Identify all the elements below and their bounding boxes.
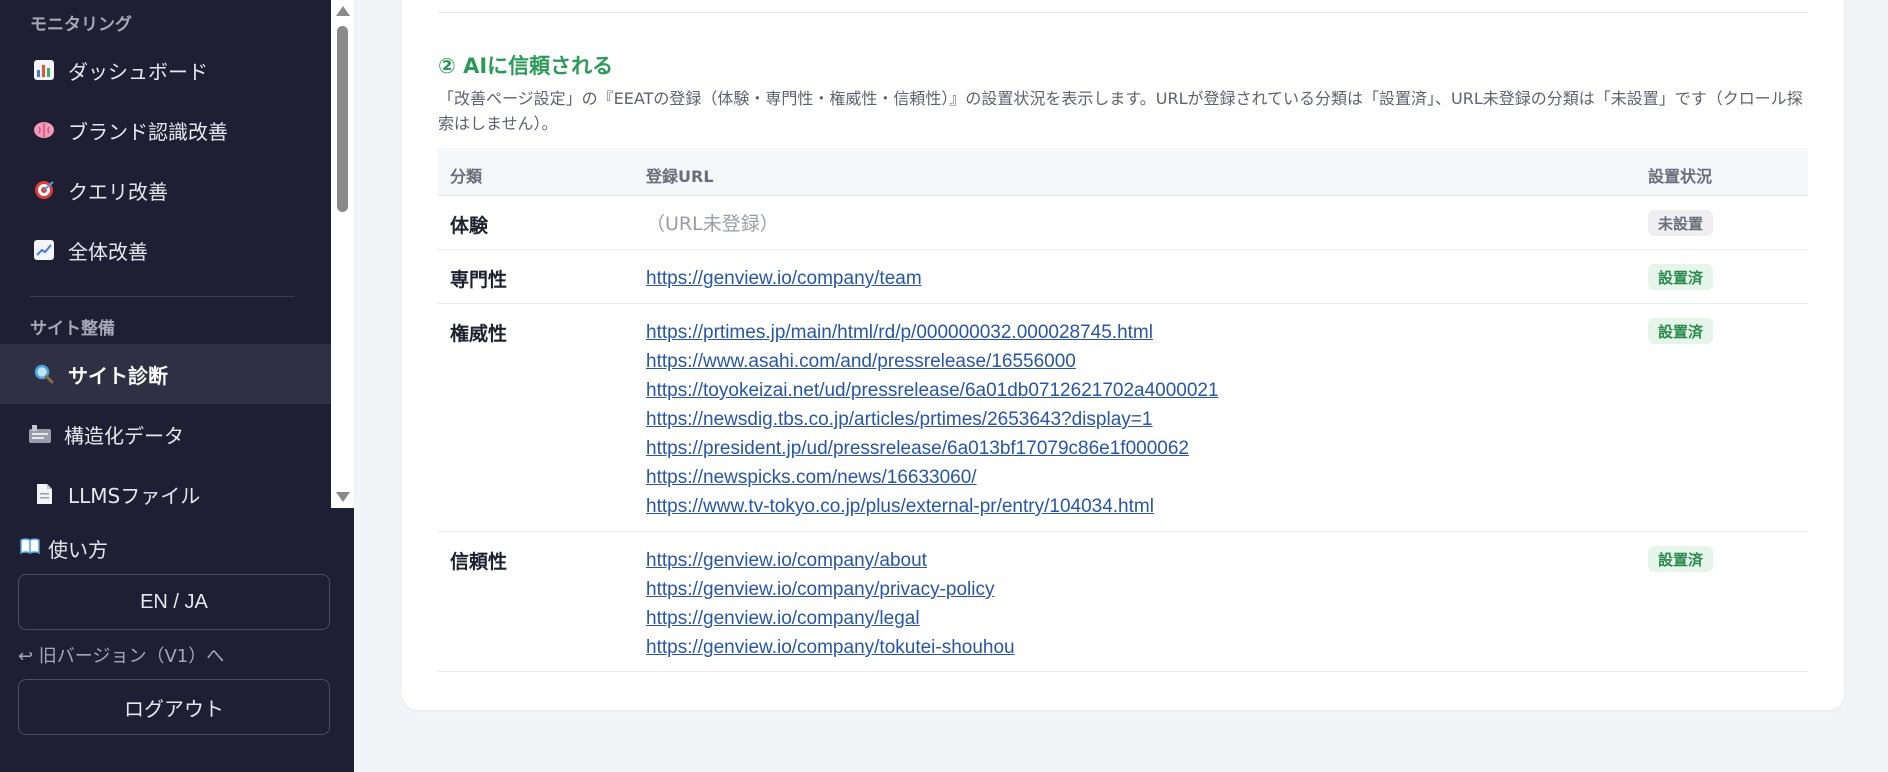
url-link[interactable]: https://newsdig.tbs.co.jp/articles/prtim… bbox=[646, 405, 1219, 434]
scrollbar-thumb[interactable] bbox=[337, 26, 348, 212]
section-label-monitoring: モニタリング bbox=[30, 15, 132, 35]
sidebar-item-overall[interactable]: 全体改善 bbox=[0, 220, 331, 280]
column-header-url: 登録URL bbox=[646, 167, 714, 186]
legacy-version-link[interactable]: ↩ 旧バージョン（V1）へ bbox=[18, 642, 224, 668]
table-row: 専門性 https://genview.io/company/team 設置済 bbox=[438, 250, 1808, 304]
sidebar-item-site-diagnosis[interactable]: サイト診断 bbox=[0, 344, 331, 404]
structured-data-icon bbox=[28, 422, 52, 446]
bar-chart-icon bbox=[32, 58, 56, 82]
url-link[interactable]: https://newspicks.com/news/16633060/ bbox=[646, 463, 1219, 492]
row-category: 信頼性 bbox=[450, 551, 508, 573]
url-link[interactable]: https://genview.io/company/privacy-polic… bbox=[646, 575, 1015, 604]
column-header-status: 設置状況 bbox=[1648, 167, 1713, 186]
book-icon bbox=[20, 537, 40, 560]
row-urls: https://genview.io/company/about https:/… bbox=[646, 546, 1015, 662]
document-icon bbox=[32, 482, 56, 506]
trend-up-icon bbox=[32, 238, 56, 262]
section-divider bbox=[438, 12, 1808, 13]
url-link[interactable]: https://genview.io/company/tokutei-shouh… bbox=[646, 633, 1015, 662]
sidebar-item-label: 構造化データ bbox=[64, 423, 184, 448]
table-row: 権威性 https://prtimes.jp/main/html/rd/p/00… bbox=[438, 304, 1808, 532]
sidebar: モニタリング ダッシュボード ブランド認識改善 クエリ改善 全体改善 サイト整備… bbox=[0, 0, 354, 772]
sidebar-footer: 使い方 EN / JA ↩ 旧バージョン（V1）へ ログアウト bbox=[0, 508, 354, 772]
status-badge: 未設置 bbox=[1648, 210, 1714, 236]
sidebar-nav: モニタリング ダッシュボード ブランド認識改善 クエリ改善 全体改善 サイト整備… bbox=[0, 0, 331, 508]
howto-label: 使い方 bbox=[48, 538, 108, 562]
eeat-table: 分類 登録URL 設置状況 体験 （URL未登録） 未設置 専門性 https:… bbox=[438, 148, 1808, 672]
row-category: 権威性 bbox=[450, 323, 508, 345]
row-category: 体験 bbox=[450, 215, 489, 237]
url-link[interactable]: https://president.jp/ud/pressrelease/6a0… bbox=[646, 434, 1219, 463]
scroll-down-arrow-icon[interactable] bbox=[336, 492, 350, 502]
logout-button[interactable]: ログアウト bbox=[18, 679, 330, 735]
target-icon bbox=[32, 178, 56, 202]
brain-icon bbox=[32, 118, 56, 142]
sidebar-item-query[interactable]: クエリ改善 bbox=[0, 160, 331, 220]
table-row: 信頼性 https://genview.io/company/about htt… bbox=[438, 532, 1808, 672]
sidebar-item-label: ブランド認識改善 bbox=[68, 119, 228, 144]
table-header: 分類 登録URL 設置状況 bbox=[438, 148, 1808, 196]
url-link[interactable]: https://www.tv-tokyo.co.jp/plus/external… bbox=[646, 492, 1219, 521]
sidebar-item-llms-file[interactable]: LLMSファイル bbox=[0, 464, 331, 508]
sidebar-item-label: クエリ改善 bbox=[68, 179, 168, 204]
url-link[interactable]: https://genview.io/company/legal bbox=[646, 604, 1015, 633]
status-badge: 設置済 bbox=[1648, 546, 1714, 572]
column-header-category: 分類 bbox=[450, 167, 483, 186]
url-link[interactable]: https://toyokeizai.net/ud/pressrelease/6… bbox=[646, 376, 1219, 405]
magnifier-icon bbox=[32, 362, 56, 386]
section-description: 「改善ページ設定」の『EEATの登録（体験・専門性・権威性・信頼性）』の設置状況… bbox=[438, 89, 1803, 133]
row-urls: https://prtimes.jp/main/html/rd/p/000000… bbox=[646, 318, 1219, 521]
sidebar-item-label: LLMSファイル bbox=[68, 483, 201, 508]
scroll-up-arrow-icon[interactable] bbox=[336, 6, 350, 16]
row-category: 専門性 bbox=[450, 269, 508, 291]
status-badge: 設置済 bbox=[1648, 318, 1714, 344]
status-badge: 設置済 bbox=[1648, 264, 1714, 290]
row-urls: （URL未登録） bbox=[646, 210, 779, 239]
sidebar-item-label: サイト診断 bbox=[68, 363, 168, 388]
section-label-site: サイト整備 bbox=[30, 319, 115, 339]
url-link[interactable]: https://prtimes.jp/main/html/rd/p/000000… bbox=[646, 318, 1219, 347]
url-link[interactable]: https://genview.io/company/team bbox=[646, 264, 922, 293]
row-urls: https://genview.io/company/team bbox=[646, 264, 922, 293]
section-heading: ② AIに信頼される bbox=[438, 54, 614, 78]
url-link[interactable]: https://www.asahi.com/and/pressrelease/1… bbox=[646, 347, 1219, 376]
main-content: ② AIに信頼される 「改善ページ設定」の『EEATの登録（体験・専門性・権威性… bbox=[354, 0, 1888, 772]
language-toggle-button[interactable]: EN / JA bbox=[18, 574, 330, 630]
url-link[interactable]: https://genview.io/company/about bbox=[646, 546, 1015, 575]
table-row: 体験 （URL未登録） 未設置 bbox=[438, 196, 1808, 250]
no-url-text: （URL未登録） bbox=[646, 213, 779, 235]
sidebar-item-dashboard[interactable]: ダッシュボード bbox=[0, 40, 331, 100]
sidebar-item-structured-data[interactable]: 構造化データ bbox=[0, 404, 331, 464]
sidebar-scrollbar[interactable] bbox=[331, 0, 354, 508]
sidebar-divider bbox=[30, 296, 295, 297]
howto-link[interactable]: 使い方 bbox=[20, 534, 108, 563]
sidebar-item-label: ダッシュボード bbox=[68, 59, 208, 84]
sidebar-item-label: 全体改善 bbox=[68, 239, 148, 264]
sidebar-item-brand[interactable]: ブランド認識改善 bbox=[0, 100, 331, 160]
